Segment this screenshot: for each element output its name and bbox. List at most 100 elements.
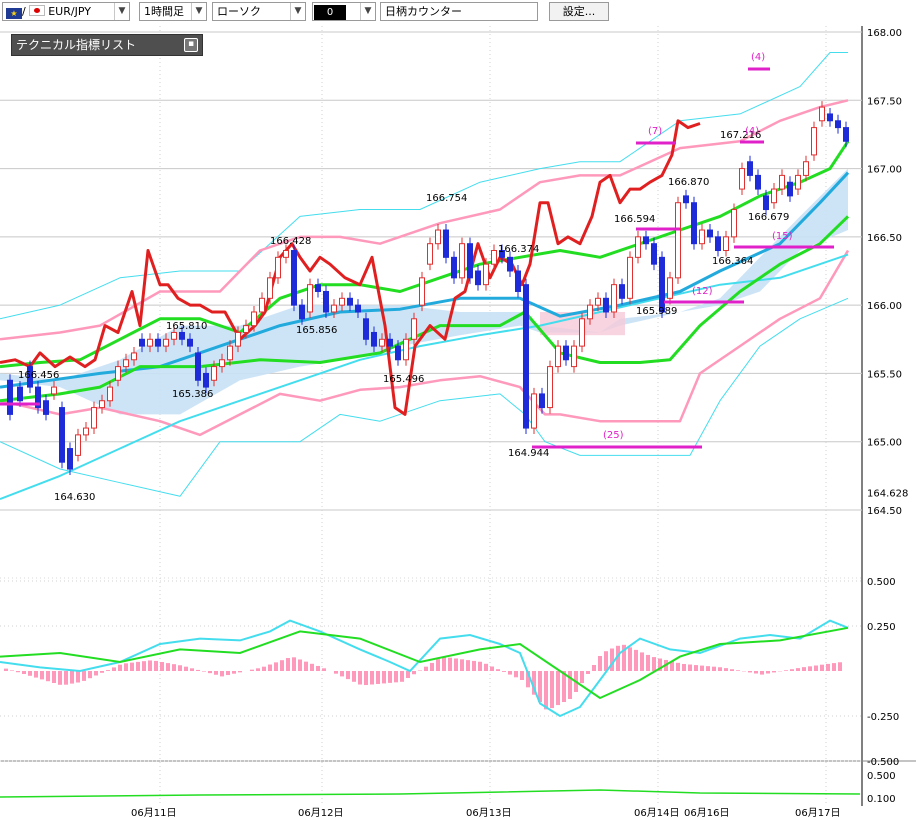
candle-up: [811, 127, 817, 156]
candle-up: [227, 345, 233, 361]
macd-histogram-bar: [460, 659, 464, 671]
macd-histogram-bar: [634, 649, 638, 671]
price-tick-label: 166.00: [867, 301, 902, 312]
candle-down: [67, 448, 73, 470]
candle-up: [555, 345, 561, 368]
macd-histogram-bar: [172, 664, 176, 671]
candle-up: [547, 366, 553, 409]
macd-histogram-bar: [154, 660, 158, 671]
candle-up: [307, 284, 313, 313]
candle-up: [579, 318, 585, 347]
macd-histogram-bar: [466, 660, 470, 671]
count-label: (25): [603, 430, 624, 441]
macd-histogram-bar: [304, 661, 308, 671]
macd-histogram-bar: [40, 671, 44, 680]
candle-up: [435, 229, 441, 245]
candle-down: [451, 256, 457, 279]
macd-histogram-bar: [442, 656, 446, 671]
candle-down: [395, 345, 401, 361]
price-annotation: 166.456: [18, 370, 59, 381]
macd-histogram-bar: [166, 663, 170, 671]
macd-histogram-bar: [178, 665, 182, 671]
candle-up: [459, 243, 465, 279]
count-label: (4): [751, 52, 765, 63]
macd-histogram-bar: [382, 671, 386, 684]
macd-histogram-bar: [706, 666, 710, 671]
count-label: (15): [772, 231, 793, 242]
macd-histogram-bar: [514, 671, 518, 678]
price-tick-label: 165.50: [867, 369, 902, 380]
date-tick-label: 06月17日: [795, 807, 840, 819]
macd-tick-label: -0.500: [867, 757, 899, 768]
macd-histogram-bar: [646, 654, 650, 671]
candle-down: [323, 290, 329, 313]
macd-histogram-bar: [826, 663, 830, 671]
macd-histogram-bar: [352, 671, 356, 682]
collapse-icon[interactable]: ▪: [184, 38, 198, 52]
macd-histogram-bar: [88, 671, 92, 679]
price-annotation: 166.870: [668, 177, 709, 188]
macd-histogram-bar: [724, 668, 728, 671]
macd-histogram-bar: [322, 668, 326, 671]
macd-histogram-bar: [394, 671, 398, 683]
candle-down: [59, 407, 65, 463]
macd-histogram-bar: [202, 671, 206, 672]
candle-up: [243, 325, 249, 333]
macd-histogram-bar: [730, 669, 734, 671]
macd-histogram-bar: [484, 663, 488, 671]
macd-histogram-bar: [838, 662, 842, 671]
macd-histogram-bar: [502, 671, 506, 672]
candle-down: [651, 243, 657, 265]
candle-down: [363, 318, 369, 340]
count-label: (12): [692, 286, 713, 297]
candle-up: [803, 161, 809, 176]
candle-down: [691, 202, 697, 245]
candle-down: [619, 284, 625, 299]
candle-down: [715, 236, 721, 252]
price-chart[interactable]: 168.00 167.50 167.00 166.50 166.00 165.50 165.…: [0, 0, 916, 820]
macd-histogram-bar: [736, 670, 740, 671]
macd-histogram-bar: [100, 671, 104, 673]
macd-histogram-bar: [76, 671, 80, 683]
candle-down: [707, 229, 713, 238]
date-tick-label: 06月11日: [131, 807, 176, 819]
macd-histogram-bar: [610, 648, 614, 671]
macd-histogram-bar: [208, 671, 212, 674]
macd-histogram-bar: [346, 671, 350, 680]
macd-histogram-bar: [214, 671, 218, 675]
macd-histogram-bar: [430, 662, 434, 671]
indicator-list-title: テクニカル指標リスト: [16, 38, 137, 52]
price-annotation: 165.856: [296, 325, 337, 336]
candle-down: [563, 345, 569, 361]
candle-up: [699, 229, 705, 245]
macd-histogram-bar: [196, 669, 200, 671]
macd-histogram-bar: [802, 667, 806, 671]
macd-histogram-bar: [136, 661, 140, 671]
macd-histogram-bar: [82, 671, 86, 681]
macd-histogram-bar: [70, 671, 74, 684]
macd-histogram-bar: [370, 671, 374, 685]
macd-histogram-bar: [334, 671, 338, 674]
price-annotation: 165.496: [383, 374, 424, 385]
macd-histogram-bar: [820, 664, 824, 671]
macd-histogram-bar: [298, 659, 302, 671]
price-tick-label: 168.00: [867, 28, 902, 39]
macd-histogram-bar: [700, 665, 704, 671]
candle-down: [387, 338, 393, 347]
macd-histogram-bar: [58, 671, 62, 685]
candle-up: [795, 174, 801, 190]
macd-histogram-bar: [592, 665, 596, 671]
macd-histogram-bar: [586, 671, 590, 674]
indicator-list-panel[interactable]: テクニカル指標リスト ▪: [11, 34, 203, 56]
candle-down: [155, 338, 161, 347]
candle-up: [627, 256, 633, 299]
candle-up: [739, 168, 745, 190]
macd-histogram-bar: [568, 671, 572, 700]
macd-histogram-bar: [28, 671, 32, 676]
current-price-label: 164.628: [867, 489, 908, 500]
candle-up: [379, 338, 385, 347]
candle-up: [723, 236, 729, 252]
macd-histogram-bar: [694, 665, 698, 671]
macd-histogram-bar: [556, 671, 560, 706]
macd-histogram-bar: [436, 659, 440, 671]
